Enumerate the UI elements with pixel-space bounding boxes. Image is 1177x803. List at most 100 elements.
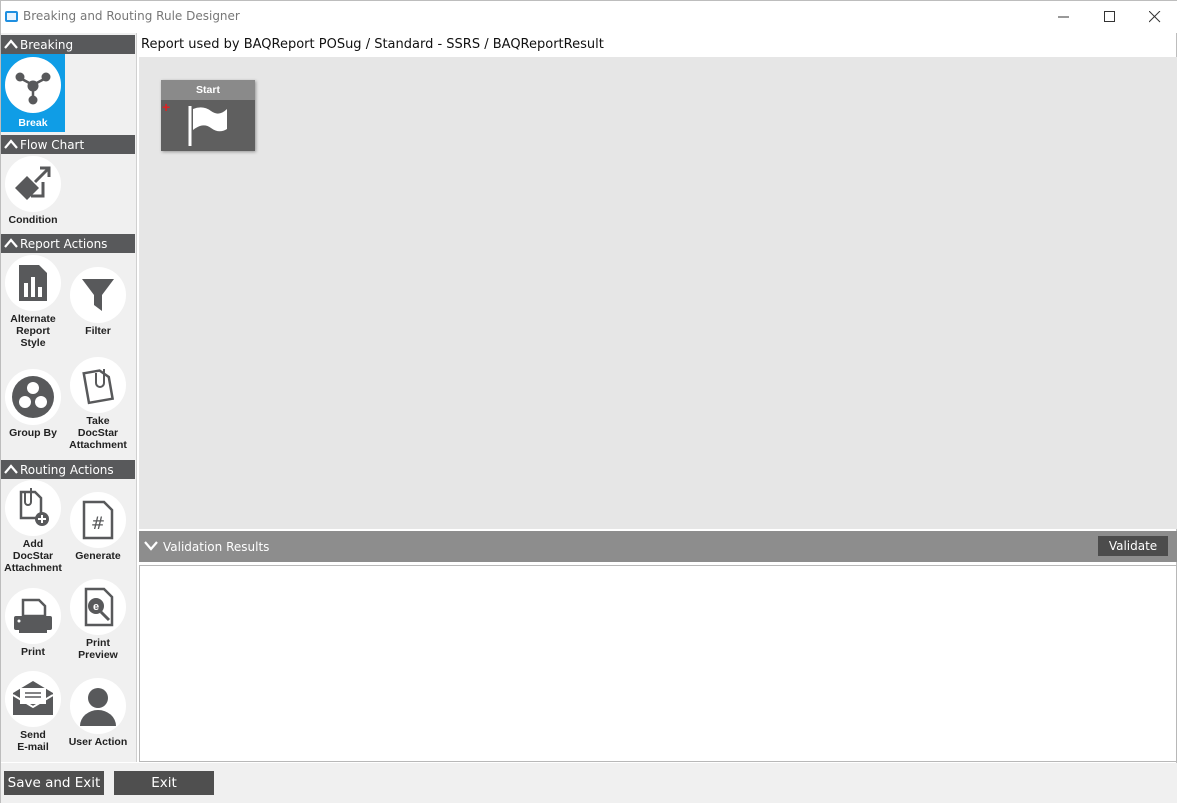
chevron-up-icon [4,39,18,49]
report-info-label: Report used by BAQReport POSug / Standar… [141,37,604,52]
tool-group-by[interactable]: Group By [1,369,65,439]
start-node-label: Start [161,80,255,100]
exit-button[interactable]: Exit [114,771,214,795]
app-icon [5,11,18,22]
tool-label: Take DocStar Attachment [66,415,130,451]
section-header-routing-actions[interactable]: Routing Actions [1,460,135,479]
validation-results-area[interactable] [139,565,1177,762]
start-node[interactable]: Start + [161,80,255,151]
condition-icon [15,166,51,200]
tool-label-line: DocStar [12,550,54,562]
tool-circle [5,671,61,727]
print-preview-icon: e [84,587,114,627]
section-label: Breaking [20,38,74,52]
tool-label-line: Take [86,415,110,427]
tool-label: Print Preview [66,637,130,661]
tool-circle [5,156,61,212]
tool-label: Generate [75,550,121,562]
tool-circle [5,57,61,113]
tool-circle [70,267,126,323]
close-icon [1149,11,1161,23]
maximize-button[interactable] [1087,1,1133,33]
tool-circle: # [70,492,126,548]
svg-text:#: # [91,514,105,534]
svg-text:e: e [93,601,99,613]
section-label: Report Actions [20,237,108,251]
validation-results-label: Validation Results [163,540,270,554]
tool-label-line: Alternate [10,313,56,325]
tool-label-line: Report [16,325,50,337]
tool-break[interactable]: Break [1,54,65,132]
tool-label: User Action [68,736,128,748]
tool-condition[interactable]: Condition [1,156,65,226]
tool-generate[interactable]: # Generate [66,492,130,562]
tool-circle: e [70,579,126,635]
user-icon [80,688,116,726]
tool-label: Send E-mail [1,729,65,753]
chevron-down-icon [144,541,158,551]
tool-send-email[interactable]: Send E-mail [1,671,65,753]
chevron-up-icon [4,139,18,149]
tool-label: Filter [85,325,111,337]
validation-results-bar[interactable]: Validation Results Validate [139,531,1177,562]
expand-plus-icon[interactable]: + [162,100,170,114]
tool-label: Add DocStar Attachment [1,538,65,574]
report-chart-icon [19,265,47,301]
chevron-up-icon [4,238,18,248]
close-button[interactable] [1132,1,1177,33]
tool-label-line: DocStar [77,427,119,439]
add-attachment-icon [19,488,49,526]
tool-print-preview[interactable]: e Print Preview [66,579,130,661]
maximize-icon [1104,11,1115,22]
tool-label: Group By [9,427,57,439]
tool-label-line: Style [20,337,46,349]
attachment-document-icon [82,369,115,405]
footer-bar: Save and Exit Exit [1,763,1177,803]
tool-user-action[interactable]: User Action [66,678,130,748]
tool-label-line: Attachment [4,562,62,574]
section-label: Flow Chart [20,138,85,152]
tool-circle [5,588,61,644]
design-canvas[interactable]: Start + [139,57,1177,529]
minimize-icon [1058,16,1069,18]
tool-take-docstar-attachment[interactable]: Take DocStar Attachment [66,357,130,451]
tool-add-docstar-attachment[interactable]: Add DocStar Attachment [1,480,65,574]
tool-label: Condition [8,214,58,226]
tool-label-line: Preview [78,649,118,661]
rule-designer-window: Breaking and Routing Rule Designer Break… [0,0,1177,803]
tool-label: Alternate Report Style [1,313,65,349]
section-header-report-actions[interactable]: Report Actions [1,234,135,253]
tool-label-line: Attachment [69,439,127,451]
tool-circle [5,480,61,536]
generate-number-icon: # [82,500,114,540]
chevron-up-icon [4,464,18,474]
tool-circle [5,255,61,311]
title-bar: Breaking and Routing Rule Designer [1,1,1177,33]
toolbox-panel: Breaking Break Flow Chart Condition Repo… [1,33,137,762]
filter-icon [82,279,114,311]
section-header-breaking[interactable]: Breaking [1,35,135,54]
tool-circle [70,678,126,734]
section-header-flow-chart[interactable]: Flow Chart [1,135,135,154]
tool-label: Print [21,646,45,658]
printer-icon [14,598,52,633]
tool-label-line: Print [86,637,110,649]
validate-button[interactable]: Validate [1098,536,1168,556]
tool-circle [5,369,61,425]
minimize-button[interactable] [1041,1,1087,33]
section-label: Routing Actions [20,463,114,477]
tool-label-line: E-mail [17,741,49,753]
tool-alternate-report-style[interactable]: Alternate Report Style [1,255,65,349]
tool-label-line: Add [22,538,44,550]
tool-print[interactable]: Print [1,588,65,658]
group-by-icon [12,376,54,418]
break-icon [15,72,51,105]
email-envelope-icon [12,681,54,715]
save-and-exit-button[interactable]: Save and Exit [4,771,104,795]
tool-label-line: Send [20,729,46,741]
tool-filter[interactable]: Filter [66,267,130,337]
flag-icon [188,106,227,146]
tool-label: Break [18,117,48,129]
tool-circle [70,357,126,413]
window-title: Breaking and Routing Rule Designer [23,9,240,23]
